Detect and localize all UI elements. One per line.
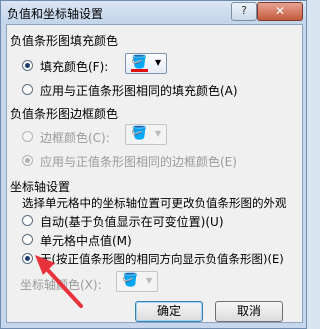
dialog-window: 负值和坐标轴设置 ? ✕ 负值条形图填充颜色 填充颜色(F): 🪣 ▼ 应用与正… [0,0,307,329]
arrow-shaft [43,265,83,308]
annotation-arrow [35,255,83,308]
